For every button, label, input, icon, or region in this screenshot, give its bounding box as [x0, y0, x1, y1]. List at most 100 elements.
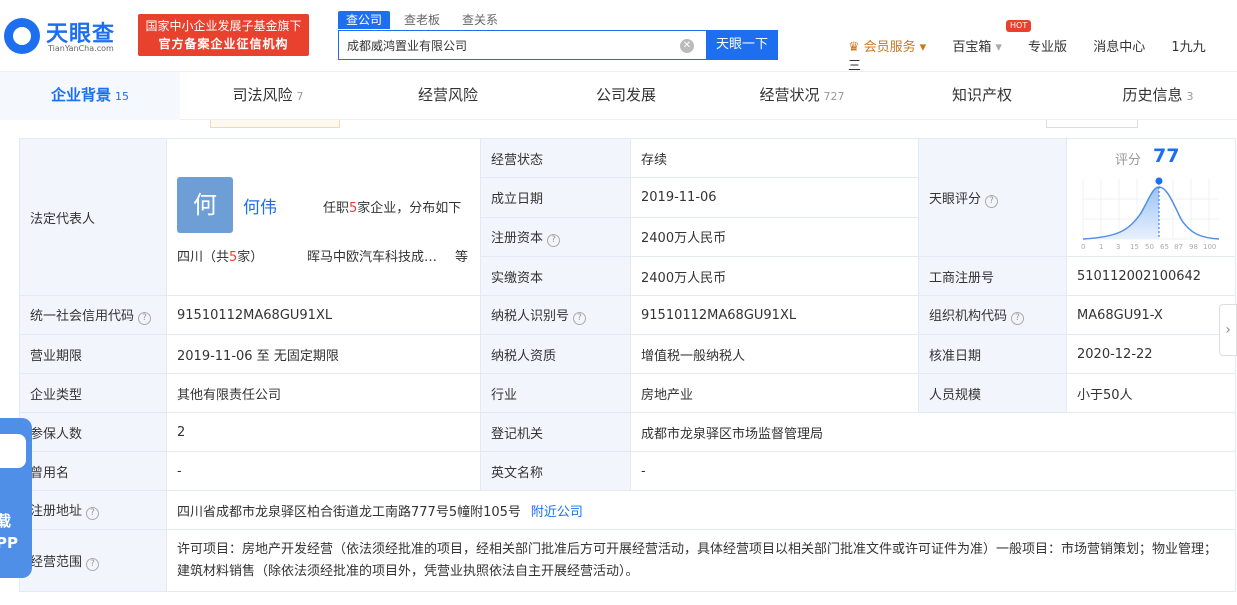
search-tab-boss[interactable]: 查老板 — [396, 11, 448, 29]
tab-label: 经营状况 — [759, 86, 820, 104]
help-icon[interactable]: ? — [86, 557, 100, 571]
score-tick: 3 — [1116, 243, 1120, 251]
address-value: 四川省成都市龙泉驿区柏合街道龙工南路777号5幢附105号 — [177, 504, 521, 520]
status-value: 存续 — [630, 137, 919, 179]
scope-value: 许可项目：房地产开发经营（依法须经批准的项目，经相关部门批准后方可开展经营活动，… — [166, 529, 1236, 592]
tab-label: 公司发展 — [595, 86, 656, 104]
org-code-value: MA68GU91-X — [1066, 295, 1236, 335]
company-type-value: 其他有限责任公司 — [166, 373, 481, 413]
tab-operating-risk[interactable]: 经营风险 — [358, 72, 538, 120]
org-code-label-cell: 组织机构代码? — [918, 295, 1067, 335]
hidden-button-edge — [1046, 120, 1138, 128]
score-distribution-chart: 0 1 3 15 50 65 87 98 100 — [1081, 177, 1220, 251]
crown-icon: ♛ — [848, 40, 860, 55]
search-type-tabs: 查公司 查老板 查关系 — [338, 11, 512, 31]
score-tick: 65 — [1160, 243, 1169, 251]
app-icon — [0, 434, 26, 468]
score-cell-label: 天眼评分 — [929, 191, 982, 207]
staff-size-value: 小于50人 — [1066, 373, 1236, 413]
score-tick: 1 — [1099, 243, 1103, 251]
taxpayer-id-label: 纳税人识别号 — [491, 309, 570, 324]
tab-label: 司法风险 — [232, 86, 293, 104]
search-tab-relation[interactable]: 查关系 — [454, 11, 506, 29]
hidden-banner-edge — [210, 120, 340, 128]
vip-service-link[interactable]: ♛ 会员服务 ▾ — [848, 40, 926, 55]
english-name-value: - — [630, 451, 1236, 491]
rep-region: 四川（共5家） — [177, 246, 263, 265]
tab-operations[interactable]: 经营状况 727 — [712, 72, 892, 120]
help-icon[interactable]: ? — [1011, 312, 1025, 325]
company-type-label: 企业类型 — [19, 373, 167, 413]
search-input[interactable]: 成都威鸿置业有限公司 ✕ — [338, 30, 706, 60]
founded-value: 2019-11-06 — [630, 177, 919, 218]
avatar[interactable]: 何 — [177, 177, 233, 233]
help-icon[interactable]: ? — [86, 507, 100, 520]
rep-region-post: 家） — [237, 250, 264, 265]
taxpayer-type-label: 纳税人资质 — [480, 334, 631, 374]
download-app-widget[interactable]: 载 PP — [0, 418, 32, 578]
legal-rep-name[interactable]: 何伟 — [243, 193, 277, 218]
message-center-link[interactable]: 消息中心 — [1093, 40, 1145, 55]
score-cell[interactable]: 评分 77 0 1 3 15 50 65 87 98 100 — [1066, 138, 1236, 257]
industry-value: 房地产业 — [630, 373, 919, 413]
tab-background[interactable]: 企业背景 15 — [0, 72, 180, 120]
search-button[interactable]: 天眼一下 — [706, 30, 778, 60]
rep-company[interactable]: 晖马中欧汽车科技成… — [307, 246, 437, 265]
legal-rep-cell: 何 何伟 任职5家企业，分布如下 四川（共5家） 晖马中欧汽车科技成… 等 — [166, 138, 481, 296]
pro-version-link[interactable]: 专业版 — [1028, 40, 1067, 55]
help-icon[interactable]: ? — [985, 194, 999, 208]
score-tick: 50 — [1145, 243, 1154, 251]
clear-icon[interactable]: ✕ — [680, 39, 694, 53]
gov-badge[interactable]: 国家中小企业发展子基金旗下 官方备案企业征信机构 — [138, 14, 309, 56]
vip-label: 会员服务 — [863, 40, 916, 55]
search-tab-company[interactable]: 查公司 — [338, 11, 391, 29]
business-info-table: 法定代表人 何 何伟 任职5家企业，分布如下 四川（共5家） 晖马中欧汽车科技成… — [19, 137, 1236, 592]
authority-value: 成都市龙泉驿区市场监督管理局 — [630, 412, 1236, 452]
treasure-box-link[interactable]: 百宝箱 ▾ — [952, 40, 1002, 55]
period-label: 营业期限 — [19, 334, 167, 374]
paid-capital-label: 实缴资本 — [480, 256, 631, 296]
status-label: 经营状态 — [480, 137, 631, 179]
download-app-text: 载 PP — [0, 510, 18, 554]
score-marker-dot — [1155, 177, 1163, 185]
rep-region-pre: 四川（共 — [177, 250, 230, 265]
insured-label: 参保人数 — [19, 412, 167, 452]
taxpayer-id-label-cell: 纳税人识别号? — [480, 295, 631, 335]
reg-capital-value: 2400万人民币 — [630, 216, 919, 258]
rep-etc: 等 — [455, 250, 469, 265]
authority-label: 登记机关 — [480, 412, 631, 452]
paid-capital-value: 2400万人民币 — [630, 256, 919, 296]
tab-ip[interactable]: 知识产权 — [892, 72, 1072, 120]
tab-judicial-risk[interactable]: 司法风险 7 — [178, 72, 358, 120]
help-icon[interactable]: ? — [138, 312, 152, 325]
help-icon[interactable]: ? — [573, 312, 587, 325]
taxpayer-id-value: 91510112MA68GU91XL — [630, 295, 919, 335]
tab-development[interactable]: 公司发展 — [536, 72, 716, 120]
scope-label-cell: 经营范围? — [19, 529, 167, 592]
caret-down-icon: ▾ — [919, 40, 927, 55]
approval-date-value: 2020-12-22 — [1066, 334, 1236, 374]
tab-count: 15 — [115, 90, 129, 103]
rep-positions: 任职5家企业，分布如下 — [323, 197, 461, 216]
tianyancha-logo[interactable]: 天眼查 TianYanCha.com — [4, 14, 132, 58]
top-header: 天眼查 TianYanCha.com 国家中小企业发展子基金旗下 官方备案企业征… — [0, 0, 1237, 74]
nearby-companies-link[interactable]: 附近公司 — [531, 505, 583, 520]
chevron-right-icon[interactable]: › — [1219, 304, 1237, 356]
founded-label: 成立日期 — [480, 177, 631, 218]
tab-label: 知识产权 — [951, 86, 1012, 104]
english-name-label: 英文名称 — [480, 451, 631, 491]
help-icon[interactable]: ? — [547, 233, 561, 247]
download-app-text-line2: PP — [0, 534, 18, 552]
biz-reg-value: 510112002100642 — [1066, 256, 1236, 296]
gov-badge-line1: 国家中小企业发展子基金旗下 — [145, 19, 302, 33]
score-label-cell: 天眼评分? — [918, 138, 1067, 257]
org-code-label: 组织机构代码 — [929, 309, 1008, 324]
approval-date-label: 核准日期 — [918, 334, 1067, 374]
tab-history[interactable]: 历史信息 3 — [1068, 72, 1237, 120]
score-tick: 100 — [1203, 243, 1216, 251]
reg-capital-label: 注册资本 — [491, 230, 544, 246]
legal-rep-label: 法定代表人 — [19, 138, 167, 296]
gov-badge-line2: 官方备案企业征信机构 — [158, 37, 289, 51]
caret-down-icon: ▾ — [995, 40, 1002, 55]
tab-count: 727 — [823, 90, 845, 103]
